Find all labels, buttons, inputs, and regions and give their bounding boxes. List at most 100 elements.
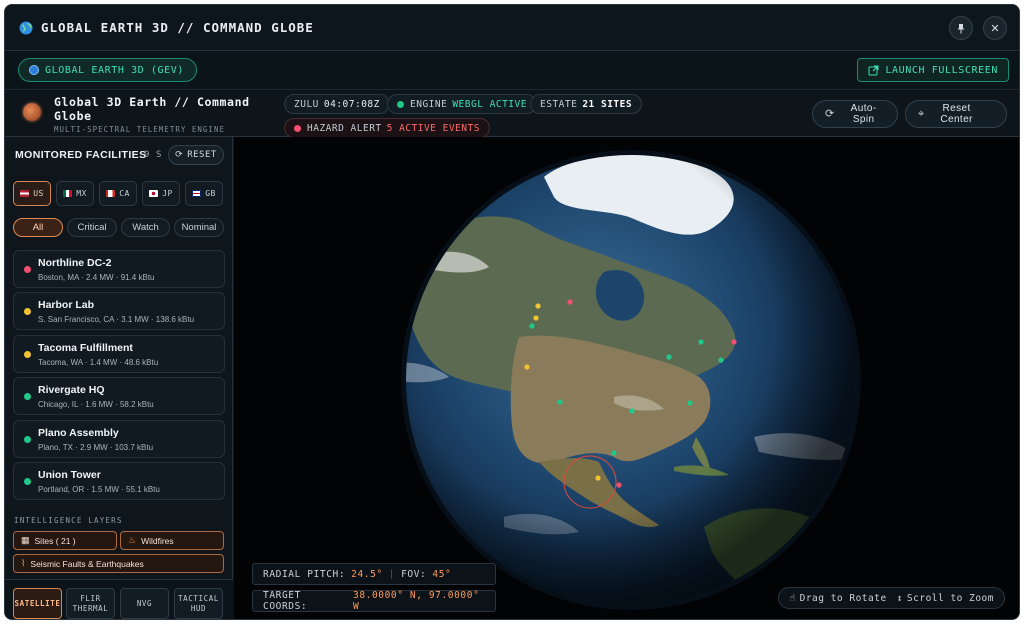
app-pill-label: GLOBAL EARTH 3D (GEV) bbox=[45, 64, 185, 76]
engine-value: WEBGL ACTIVE bbox=[452, 98, 527, 110]
facility-item[interactable]: Rivergate HQ Chicago, IL · 1.6 MW · 58.2… bbox=[13, 377, 225, 415]
view-mode-flir[interactable]: FLIR THERMAL bbox=[66, 588, 115, 619]
engine-label: ENGINE bbox=[410, 98, 448, 110]
country-ca-button[interactable]: CA bbox=[99, 181, 137, 206]
view-mode-bar: SATELLITE FLIR THERMAL NVG TACTICAL HUD bbox=[5, 579, 233, 619]
globe-viewport[interactable]: RADIAL PITCH: 24.5° | FOV: 45° TARGET CO… bbox=[234, 137, 1020, 620]
layer-wildfires-toggle[interactable]: ♨ Wildfires bbox=[120, 531, 224, 550]
view-mode-tactical[interactable]: TACTICAL HUD bbox=[174, 588, 223, 619]
facility-item[interactable]: Tacoma Fulfillment Tacoma, WA · 1.4 MW ·… bbox=[13, 335, 225, 373]
estate-count: ESTATE 21 SITES bbox=[530, 94, 643, 114]
close-button[interactable]: ✕ bbox=[983, 16, 1007, 40]
separator: | bbox=[388, 568, 396, 580]
jp-flag-icon bbox=[149, 190, 159, 197]
filter-all[interactable]: All bbox=[13, 218, 63, 237]
engine-status: ENGINE WEBGL ACTIVE bbox=[387, 94, 537, 114]
layer-sites-toggle[interactable]: ▦ Sites ( 21 ) bbox=[13, 531, 117, 550]
coords-label: TARGET COORDS: bbox=[263, 590, 308, 612]
ca-flag-icon bbox=[106, 190, 116, 197]
facility-name: Union Tower bbox=[38, 469, 101, 481]
app-window: GLOBAL EARTH 3D // COMMAND GLOBE ✕ GLOBA… bbox=[4, 4, 1020, 620]
reset-filters-button[interactable]: ⟳ RESET bbox=[168, 145, 224, 165]
facility-name: Rivergate HQ bbox=[38, 384, 105, 396]
zulu-time: 04:07:08Z bbox=[323, 98, 380, 110]
globe-canvas[interactable] bbox=[234, 137, 1020, 620]
globe-icon bbox=[29, 65, 39, 75]
estate-label: ESTATE bbox=[540, 98, 578, 110]
facility-item[interactable]: Plano Assembly Plano, TX · 2.9 MW · 103.… bbox=[13, 420, 225, 458]
mx-flag-icon bbox=[63, 190, 73, 197]
external-link-icon bbox=[868, 65, 879, 75]
hazard-label: HAZARD ALERT bbox=[307, 122, 382, 134]
fire-icon: ♨ bbox=[128, 535, 137, 545]
facility-item[interactable]: Northline DC-2 Boston, MA · 2.4 MW · 91.… bbox=[13, 250, 225, 288]
layer-label: Sites ( 21 ) bbox=[34, 535, 76, 546]
auto-spin-label: Auto-Spin bbox=[850, 103, 877, 125]
seismic-icon: ⌇ bbox=[21, 558, 26, 568]
pin-icon bbox=[957, 23, 965, 33]
facility-meta: Portland, OR · 1.5 MW · 55.1 kBtu bbox=[38, 485, 160, 494]
crosshair-icon: ⌖ bbox=[918, 107, 925, 120]
facility-name: Northline DC-2 bbox=[38, 257, 112, 269]
building-icon: ▦ bbox=[21, 535, 30, 545]
refresh-icon: ⟳ bbox=[825, 107, 835, 120]
pitch-fov-readout: RADIAL PITCH: 24.5° | FOV: 45° bbox=[252, 563, 496, 585]
layer-label: Seismic Faults & Earthquakes bbox=[30, 558, 144, 569]
filter-watch[interactable]: Watch bbox=[121, 218, 170, 237]
facilities-sidebar: MONITORED FACILITIES 9 S ⟳ RESET US MX C… bbox=[5, 137, 233, 619]
facility-name: Harbor Lab bbox=[38, 299, 95, 311]
layer-seismic-toggle[interactable]: ⌇ Seismic Faults & Earthquakes bbox=[13, 554, 224, 573]
country-mx-button[interactable]: MX bbox=[56, 181, 94, 206]
alert-dot bbox=[294, 124, 301, 132]
view-mode-satellite[interactable]: SATELLITE bbox=[13, 588, 62, 619]
country-gb-button[interactable]: GB bbox=[185, 181, 223, 206]
facility-name: Plano Assembly bbox=[38, 427, 119, 439]
auto-spin-button[interactable]: ⟳ Auto-Spin bbox=[812, 100, 898, 128]
fov-label: FOV: bbox=[401, 568, 427, 580]
filter-critical[interactable]: Critical bbox=[67, 218, 117, 237]
pitch-value: 24.5° bbox=[351, 568, 383, 580]
facility-meta: Chicago, IL · 1.6 MW · 58.2 kBtu bbox=[38, 400, 154, 409]
launch-fullscreen-button[interactable]: LAUNCH FULLSCREEN bbox=[857, 58, 1009, 82]
status-dot bbox=[24, 266, 31, 273]
app-toolbar: GLOBAL EARTH 3D (GEV) LAUNCH FULLSCREEN bbox=[5, 52, 1019, 90]
zulu-label: ZULU bbox=[294, 98, 319, 110]
hint-rotate: Drag to Rotate bbox=[799, 592, 887, 604]
filter-nominal[interactable]: Nominal bbox=[174, 218, 224, 237]
page-title: Global 3D Earth // Command Globe bbox=[54, 95, 250, 123]
sidebar-title: MONITORED FACILITIES bbox=[15, 149, 147, 161]
country-code: CA bbox=[119, 189, 130, 198]
estate-value: 21 SITES bbox=[582, 98, 633, 110]
facility-item[interactable]: Union Tower Portland, OR · 1.5 MW · 55.1… bbox=[13, 462, 225, 500]
hint-zoom: Scroll to Zoom bbox=[906, 592, 994, 604]
fov-value: 45° bbox=[432, 568, 452, 580]
window-title: GLOBAL EARTH 3D // COMMAND GLOBE bbox=[41, 20, 314, 35]
target-coords-readout: TARGET COORDS: 38.0000° N, 97.0000° W bbox=[252, 590, 496, 612]
status-dot bbox=[24, 393, 31, 400]
vertical-arrows-icon: ↕ bbox=[896, 592, 903, 604]
pin-button[interactable] bbox=[949, 16, 973, 40]
status-dot bbox=[24, 351, 31, 358]
launch-fullscreen-label: LAUNCH FULLSCREEN bbox=[885, 64, 998, 76]
country-us-button[interactable]: US bbox=[13, 181, 51, 206]
hand-icon: ☝ bbox=[789, 592, 796, 604]
status-dot bbox=[24, 478, 31, 485]
navigation-hint: ☝ Drag to Rotate ↕ Scroll to Zoom bbox=[778, 587, 1005, 609]
app-pill-button[interactable]: GLOBAL EARTH 3D (GEV) bbox=[18, 58, 198, 82]
country-jp-button[interactable]: JP bbox=[142, 181, 180, 206]
reset-center-button[interactable]: ⌖ Reset Center bbox=[905, 100, 1007, 128]
facility-item[interactable]: Harbor Lab S. San Francisco, CA · 3.1 MW… bbox=[13, 292, 225, 330]
gb-flag-icon bbox=[192, 190, 202, 197]
view-mode-nvg[interactable]: NVG bbox=[120, 588, 169, 619]
facility-name: Tacoma Fulfillment bbox=[38, 342, 133, 354]
status-dot bbox=[24, 308, 31, 315]
hazard-alert[interactable]: HAZARD ALERT 5 ACTIVE EVENTS bbox=[284, 118, 490, 138]
country-code: MX bbox=[76, 189, 87, 198]
layer-label: Wildfires bbox=[141, 535, 174, 546]
hazard-value: 5 ACTIVE EVENTS bbox=[386, 122, 480, 134]
globe-icon bbox=[19, 21, 33, 34]
dashboard-header: Global 3D Earth // Command Globe MULTI-S… bbox=[5, 91, 1019, 138]
layers-title: INTELLIGENCE LAYERS bbox=[14, 516, 123, 525]
title-bar: GLOBAL EARTH 3D // COMMAND GLOBE ✕ bbox=[5, 5, 1019, 51]
facility-meta: Tacoma, WA · 1.4 MW · 48.6 kBtu bbox=[38, 358, 159, 367]
